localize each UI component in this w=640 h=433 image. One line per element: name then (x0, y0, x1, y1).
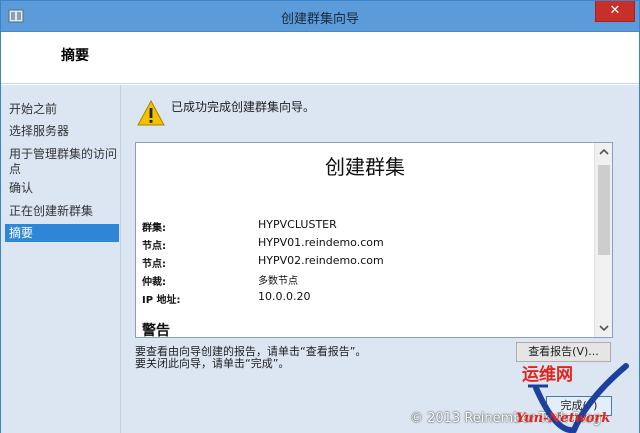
page-header: 摘要 (1, 32, 639, 84)
report-warning-heading: 警告 (142, 323, 170, 338)
svg-text:运维网: 运维网 (522, 364, 573, 385)
nav-item-access-point[interactable]: 用于管理群集的访问点 (9, 147, 119, 177)
report-value-cluster: HYPVCLUSTER (258, 218, 337, 231)
nav-item-select-servers[interactable]: 选择服务器 (9, 124, 119, 139)
nav-item-summary[interactable]: 摘要 (5, 224, 119, 242)
title-bar[interactable]: 创建群集向导 ✕ (1, 1, 639, 32)
report-label-node-2: 节点: (142, 259, 166, 270)
status-message: 已成功完成创建群集向导。 (171, 100, 316, 114)
report-value-node-2: HYPV02.reindemo.com (258, 254, 384, 267)
report-label-ip: IP 地址: (142, 295, 181, 306)
nav-item-confirmation[interactable]: 确认 (9, 181, 119, 196)
scroll-thumb[interactable] (598, 165, 610, 255)
report-label-quorum: 仲裁: (142, 277, 166, 288)
warning-icon (137, 99, 165, 126)
nav-item-before-you-begin[interactable]: 开始之前 (9, 102, 119, 117)
report-label-cluster: 群集: (142, 223, 166, 234)
report-viewer[interactable]: 创建群集 群集: HYPVCLUSTER 节点: HYPV01.reindemo… (135, 142, 613, 338)
report-title: 创建群集 (325, 155, 405, 179)
window-title: 创建群集向导 (280, 12, 359, 27)
svg-text:Yun-Network: Yun-Network (516, 411, 610, 426)
report-scrollbar[interactable] (594, 143, 612, 337)
scroll-up-icon[interactable] (595, 143, 612, 161)
close-button[interactable]: ✕ (595, 1, 635, 22)
report-value-quorum: 多数节点 (258, 276, 298, 287)
scroll-down-icon[interactable] (595, 319, 612, 337)
step-navigation: 开始之前 选择服务器 用于管理群集的访问点 确认 正在创建新群集 摘要 (1, 85, 121, 433)
close-wizard-hint: 要关闭此向导，请单击“完成”。 (135, 357, 290, 370)
report-value-ip: 10.0.0.20 (258, 290, 311, 303)
page-title: 摘要 (61, 48, 89, 64)
nav-item-creating-cluster[interactable]: 正在创建新群集 (9, 204, 119, 219)
report-label-node-1: 节点: (142, 241, 166, 252)
report-value-node-1: HYPV01.reindemo.com (258, 236, 384, 249)
report-document: 创建群集 群集: HYPVCLUSTER 节点: HYPV01.reindemo… (136, 143, 594, 337)
yun-network-logo: 运维网 Yun-Network (516, 363, 629, 433)
